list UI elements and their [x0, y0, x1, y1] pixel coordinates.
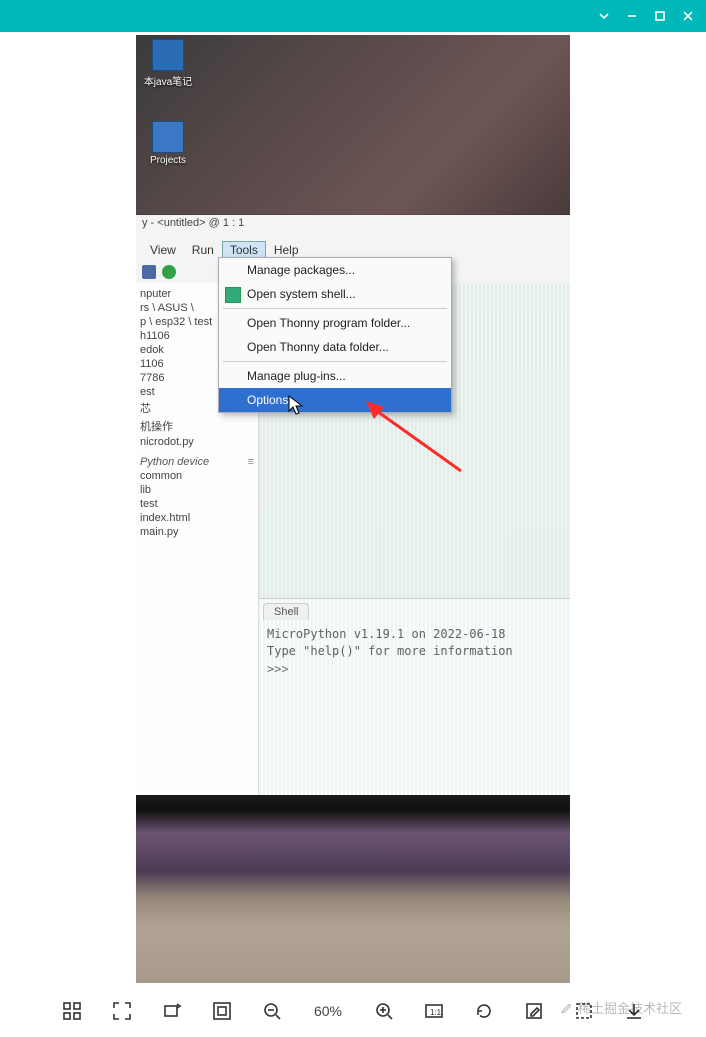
viewer-canvas: 本java笔记 Projects y - <untitled> @ 1 : 1 … [0, 32, 706, 985]
shell-pane: Shell MicroPython v1.19.1 on 2022-06-18 … [259, 598, 570, 799]
shell-output[interactable]: MicroPython v1.19.1 on 2022-06-18 Type "… [259, 620, 570, 684]
rotate-image-button[interactable] [158, 997, 186, 1025]
viewer-toolbar: 60% 1:1 稀土掘金技术社区 [0, 985, 706, 1037]
thonny-title: y - <untitled> @ 1 : 1 [136, 215, 570, 239]
menu-separator [223, 308, 447, 309]
edit-button[interactable] [520, 997, 548, 1025]
tree-item[interactable]: test [138, 497, 256, 511]
shell-line: MicroPython v1.19.1 on 2022-06-18 [267, 626, 562, 643]
menu-open-system-shell[interactable]: Open system shell... [219, 282, 451, 306]
zoom-level-label: 60% [308, 1003, 348, 1019]
watermark: 稀土掘金技术社区 [560, 998, 682, 1017]
shell-prompt: >>> [267, 661, 562, 678]
fit-screen-button[interactable] [208, 997, 236, 1025]
menu-open-program-folder[interactable]: Open Thonny program folder... [219, 311, 451, 335]
desktop-shortcut-java-notes[interactable]: 本java笔记 [140, 39, 196, 88]
minimize-button[interactable] [618, 2, 646, 30]
tree-item[interactable]: common [138, 469, 256, 483]
tools-dropdown: Manage packages... Open system shell... … [218, 257, 452, 413]
desktop-shortcut-label: 本java笔记 [140, 73, 196, 88]
menu-manage-plugins[interactable]: Manage plug-ins... [219, 364, 451, 388]
actual-size-button[interactable]: 1:1 [420, 997, 448, 1025]
desktop-shortcut-projects[interactable]: Projects [140, 121, 196, 166]
menu-manage-packages[interactable]: Manage packages... [219, 258, 451, 282]
titlebar-dropdown-button[interactable] [590, 2, 618, 30]
svg-text:1:1: 1:1 [430, 1008, 442, 1017]
tree-item[interactable]: main.py [138, 525, 256, 539]
toolbar-run-icon[interactable] [162, 265, 176, 279]
tree-item[interactable]: nicrodot.py [138, 435, 256, 449]
desktop-shortcut-label: Projects [140, 155, 196, 166]
zoom-in-button[interactable] [370, 997, 398, 1025]
viewer-titlebar [0, 0, 706, 32]
close-button[interactable] [674, 2, 702, 30]
inner-screenshot: 本java笔记 Projects y - <untitled> @ 1 : 1 … [136, 35, 570, 983]
tree-item[interactable]: index.html [138, 511, 256, 525]
zoom-out-button[interactable] [258, 997, 286, 1025]
grid-view-button[interactable] [58, 997, 86, 1025]
shell-tab[interactable]: Shell [263, 603, 309, 620]
terminal-icon [225, 287, 241, 303]
photo-background [136, 795, 570, 983]
menu-label: Open system shell... [247, 287, 356, 301]
menu-run[interactable]: Run [184, 241, 222, 259]
menu-separator [223, 361, 447, 362]
toolbar-new-icon[interactable] [142, 265, 156, 279]
tree-item[interactable]: 机操作 [138, 417, 256, 435]
menu-options[interactable]: Options... [219, 388, 451, 412]
watermark-text: 稀土掘金技术社区 [578, 998, 682, 1017]
tree-item[interactable]: lib [138, 483, 256, 497]
menu-view[interactable]: View [142, 241, 184, 259]
tree-section-device: Python device≡ [138, 455, 256, 469]
desktop-wallpaper: 本java笔记 Projects [136, 35, 570, 215]
thonny-window: y - <untitled> @ 1 : 1 View Run Tools He… [136, 215, 570, 795]
rotate-button[interactable] [470, 997, 498, 1025]
folder-icon [152, 121, 184, 153]
shell-line: Type "help()" for more information [267, 643, 562, 660]
maximize-button[interactable] [646, 2, 674, 30]
menu-open-data-folder[interactable]: Open Thonny data folder... [219, 335, 451, 359]
pencil-icon [560, 1001, 574, 1015]
fullscreen-button[interactable] [108, 997, 136, 1025]
folder-icon [152, 39, 184, 71]
